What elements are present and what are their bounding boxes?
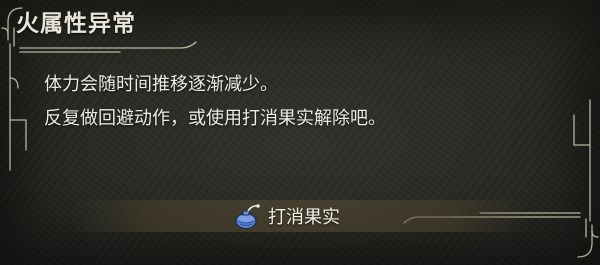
status-info-panel: 火属性异常 体力会随时间推移逐渐减少。 反复做回避动作，或使用打消果实解除吧。 … (0, 0, 600, 265)
description-line-2: 反复做回避动作，或使用打消果实解除吧。 (44, 108, 386, 129)
remedy-label: 打消果实 (268, 207, 340, 228)
description-line-1: 体力会随时间推移逐渐减少。 (44, 74, 278, 95)
status-description: 体力会随时间推移逐渐减少。 反复做回避动作，或使用打消果实解除吧。 (44, 68, 386, 136)
status-title: 火属性异常 (16, 11, 136, 37)
nulberry-icon (235, 204, 260, 230)
remedy-item: 打消果实 (232, 201, 340, 231)
